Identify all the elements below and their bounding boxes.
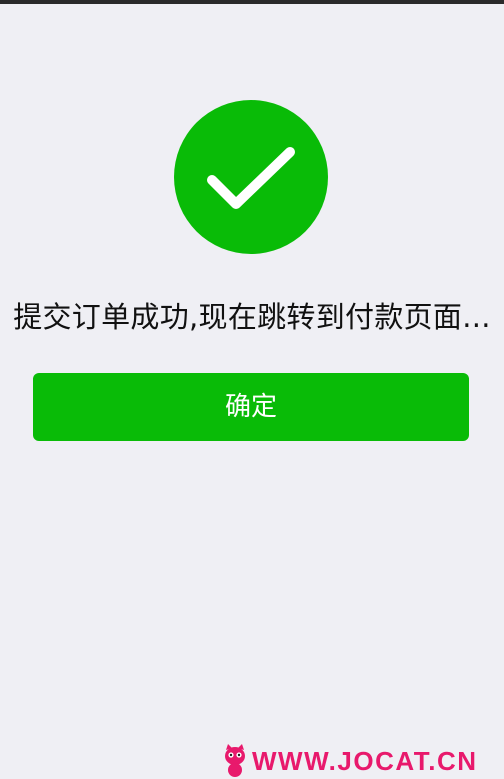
cat-logo-icon xyxy=(225,743,245,777)
confirm-button[interactable]: 确定 xyxy=(33,373,469,441)
success-check-icon xyxy=(174,100,328,254)
watermark-text: WWW.JOCAT.CN xyxy=(252,745,478,776)
site-watermark: WWW.JOCAT.CN xyxy=(222,742,478,779)
order-success-message: 提交订单成功,现在跳转到付款页面... xyxy=(13,300,491,334)
status-bar-edge xyxy=(0,0,504,4)
